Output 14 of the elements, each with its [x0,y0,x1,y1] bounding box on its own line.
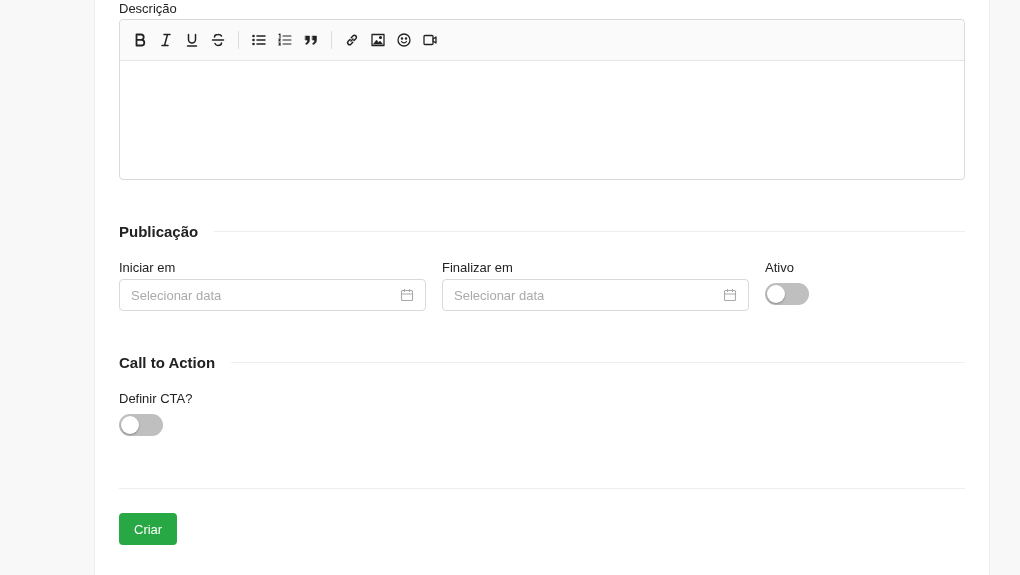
field-label: Iniciar em [119,260,177,275]
section-title: Call to Action [119,354,216,371]
toggle-switch[interactable] [119,414,163,436]
field-label: Ativo [765,260,795,275]
date-field[interactable]: Selecionar data [442,279,749,311]
field-label: Descrição [119,0,178,18]
field-label: Definir CTA? [119,391,193,406]
calendar-icon [723,288,737,302]
field-label: Finalizar em [442,260,514,275]
toggle-switch[interactable] [765,283,809,305]
create-button[interactable]: Criar [119,513,178,545]
date-field[interactable]: Selecionar data [119,279,426,311]
section-title: Publicação [119,223,199,240]
calendar-icon [400,288,414,302]
